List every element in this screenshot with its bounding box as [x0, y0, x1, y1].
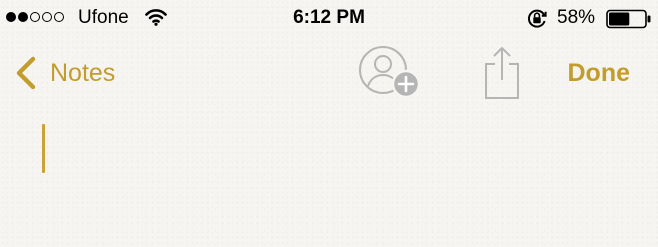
note-editor[interactable] — [0, 112, 658, 247]
add-person-icon[interactable] — [358, 42, 426, 102]
back-to-notes-button[interactable]: Notes — [14, 56, 115, 90]
battery-percentage: 58% — [557, 7, 596, 28]
status-bar: Ufone 6:12 PM 58% — [0, 0, 658, 38]
chevron-left-icon — [16, 56, 36, 90]
share-icon[interactable] — [479, 44, 525, 100]
rotation-lock-icon — [527, 9, 547, 28]
back-button-label: Notes — [50, 59, 116, 87]
battery-icon — [606, 9, 651, 29]
done-button[interactable]: Done — [540, 56, 631, 90]
text-cursor — [42, 124, 45, 173]
navigation-bar: Notes Done — [0, 40, 658, 112]
